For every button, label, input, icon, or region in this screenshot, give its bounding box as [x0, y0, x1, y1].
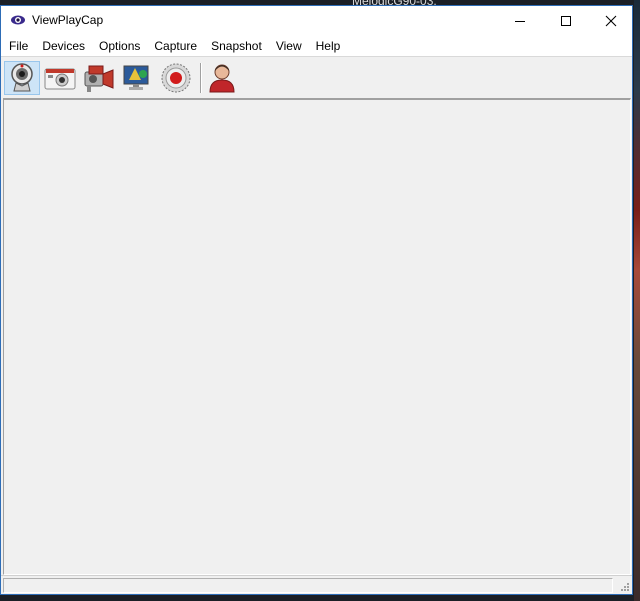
menu-bar: File Devices Options Capture Snapshot Vi…: [1, 36, 632, 56]
record-button[interactable]: [158, 61, 194, 95]
menu-capture[interactable]: Capture: [147, 36, 204, 56]
maximize-button[interactable]: [543, 6, 589, 36]
close-icon: [605, 15, 617, 27]
menu-file[interactable]: File: [1, 36, 35, 56]
app-window: ViewPlayCap File Devices Options Capture…: [0, 5, 633, 595]
camera-icon: [44, 68, 76, 90]
window-title: ViewPlayCap: [32, 13, 104, 27]
monitor-button[interactable]: [119, 61, 155, 95]
status-bar: [1, 575, 632, 594]
monitor-icon: [123, 65, 149, 90]
close-button[interactable]: [588, 6, 634, 36]
camcorder-button[interactable]: [81, 61, 117, 95]
webcam-icon: [11, 63, 33, 92]
snapshot-camera-button[interactable]: [42, 61, 78, 95]
toolbar-separator: [200, 63, 202, 93]
menu-snapshot[interactable]: Snapshot: [204, 36, 269, 56]
webcam-button[interactable]: [4, 61, 40, 95]
video-preview-area[interactable]: [3, 98, 631, 575]
user-icon: [209, 64, 235, 93]
user-button[interactable]: [204, 61, 240, 95]
minimize-button[interactable]: [497, 6, 543, 36]
menu-devices[interactable]: Devices: [35, 36, 92, 56]
status-pane: [3, 578, 613, 593]
maximize-icon: [561, 16, 571, 26]
menu-help[interactable]: Help: [309, 36, 348, 56]
desktop-background: [634, 0, 640, 601]
menu-view[interactable]: View: [269, 36, 309, 56]
eye-icon: [11, 15, 25, 25]
menu-options[interactable]: Options: [92, 36, 147, 56]
resize-grip-icon[interactable]: [618, 580, 630, 592]
camcorder-icon: [84, 65, 114, 92]
title-bar[interactable]: ViewPlayCap: [1, 6, 632, 36]
minimize-icon: [515, 21, 525, 22]
record-icon: [161, 63, 191, 93]
toolbar: [1, 56, 632, 99]
